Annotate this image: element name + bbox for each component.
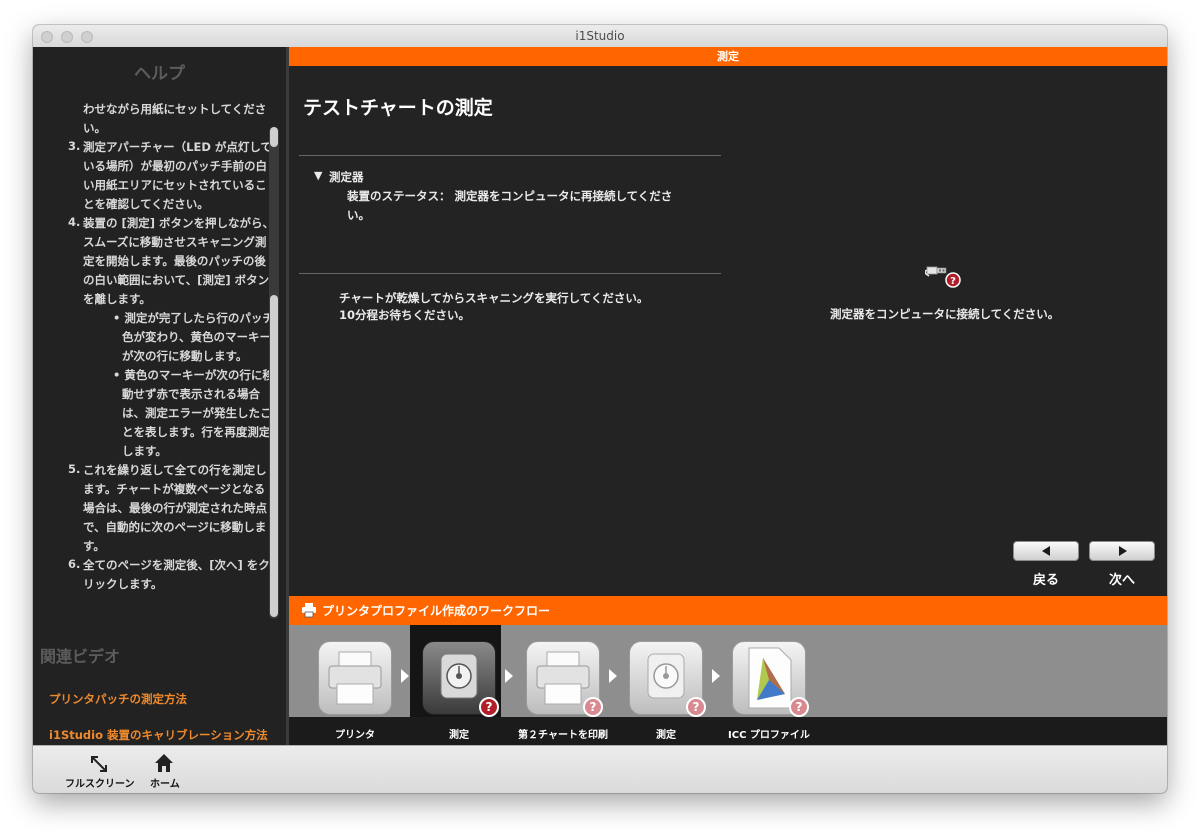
help-line: い。	[83, 121, 106, 135]
help-line: 定を開始します。最後のパッチの後	[83, 254, 266, 268]
help-bullet-line: • 黄色のマーキーが次の行に移	[113, 368, 269, 382]
help-line: を離します。	[83, 292, 151, 306]
step-label: 測定	[656, 730, 676, 741]
fullscreen-button-label[interactable]: フルスクリーン	[65, 775, 135, 790]
help-bullet-line: は、測定エラーが発生したこ	[122, 406, 269, 420]
device-status-line: 装置のステータス： 測定器をコンピュータに再接続してくださ	[347, 189, 673, 203]
bottom-toolbar: フルスクリーン ホーム	[33, 745, 1167, 793]
scroll-thumb[interactable]	[270, 295, 278, 617]
help-line: 場合は、最後の行が測定された時点	[83, 501, 267, 515]
help-bullet-line: が次の行に移動します。	[122, 349, 248, 363]
divider	[299, 273, 721, 274]
help-number: 3.	[68, 139, 81, 153]
app-window: i1Studio ヘルプ わせながら用紙にセットしてくださ い。 3. 測定アパ…	[33, 25, 1167, 793]
help-line: わせながら用紙にセットしてくださ	[83, 102, 267, 116]
help-panel: ヘルプ わせながら用紙にセットしてくださ い。 3. 測定アパーチャー（LED …	[33, 47, 286, 745]
step-label: ICC プロファイル	[728, 730, 810, 741]
help-line: 測定アパーチャー（LED が点灯して	[83, 140, 269, 154]
window-title: i1Studio	[575, 29, 625, 43]
step-label: 測定	[449, 730, 469, 741]
svg-text:?: ?	[950, 276, 956, 287]
help-line: 装置の [測定] ボタンを押しながら、	[83, 216, 269, 230]
page-title: テストチャートの測定	[303, 97, 493, 119]
help-bullet-line: とを表します。行を再度測定	[122, 425, 269, 439]
back-button[interactable]	[1013, 541, 1079, 561]
help-line: 全てのページを測定後、[次へ] をク	[83, 558, 269, 572]
main-panel: テストチャートの測定 ▼ 測定器 装置のステータス： 測定器をコンピュータに再接…	[289, 66, 1167, 596]
instruction-line: チャートが乾燥してからスキャニングを実行してください。	[339, 291, 649, 305]
help-number: 6.	[68, 557, 81, 571]
help-line: スムーズに移動させスキャニング測	[83, 235, 267, 249]
home-button-label[interactable]: ホーム	[150, 775, 180, 790]
step-arrow-icon	[609, 669, 617, 683]
next-button[interactable]	[1089, 541, 1155, 561]
video-link-patch-measure[interactable]: プリンタパッチの測定方法	[49, 691, 187, 707]
help-line: とを確認してください。	[83, 197, 209, 211]
next-label: 次へ	[1108, 573, 1135, 588]
related-videos-title: 関連ビデオ	[40, 647, 121, 666]
workflow-header: プリンタプロファイル作成のワークフロー	[289, 596, 1167, 635]
help-line: い用紙エリアにセットされているこ	[83, 178, 267, 192]
workflow-step-labels: プリンタ 測定 第２チャートを印刷 測定 ICC プロファイル	[289, 717, 1167, 745]
help-number: 5.	[68, 462, 81, 476]
printer-icon	[328, 651, 382, 705]
step-arrow-icon	[712, 669, 720, 683]
section-label[interactable]: 測定器	[329, 169, 364, 185]
workflow-step-printer[interactable]	[318, 641, 392, 715]
pending-badge-icon: ?	[789, 697, 809, 717]
help-scrollbar[interactable]	[269, 127, 279, 619]
help-bullet-line: します。	[122, 444, 167, 458]
title-bar: i1Studio	[33, 25, 1167, 48]
help-line: ます。チャートが複数ページとなる	[83, 482, 266, 496]
step-label: プリンタ	[335, 730, 375, 741]
workflow-title: プリンタプロファイル作成のワークフロー	[322, 604, 551, 618]
disclosure-triangle-icon[interactable]: ▼	[314, 169, 322, 182]
help-line: いる場所）が最初のパッチ手前の白	[83, 159, 267, 173]
step-banner: 測定	[289, 47, 1167, 66]
home-icon[interactable]	[154, 753, 174, 773]
help-line: リックします。	[83, 577, 163, 591]
help-bullet-line: 色が変わり、黄色のマーキー	[122, 330, 269, 344]
pending-badge-icon: ?	[479, 697, 499, 717]
pending-badge-icon: ?	[583, 697, 603, 717]
connect-message: 測定器をコンピュータに接続してください。	[830, 307, 1060, 321]
help-line: これを繰り返して全ての行を測定し	[83, 463, 267, 477]
help-line: す。	[83, 539, 105, 553]
help-bullet-line: • 測定が完了したら行のパッチ	[113, 311, 269, 325]
instruction-line: 10分程お待ちください。	[339, 308, 471, 322]
help-line: の白い範囲において、[測定] ボタン	[83, 273, 269, 287]
divider	[299, 155, 721, 156]
help-line: で、自動的に次のページに移動しま	[83, 520, 267, 534]
workflow-steps: ? ? ? ?	[289, 625, 1167, 717]
fullscreen-icon[interactable]	[89, 754, 109, 774]
help-bullet-line: 動せず赤で表示される場合	[122, 387, 260, 401]
help-number: 4.	[68, 215, 81, 229]
step-label: 第２チャートを印刷	[518, 730, 608, 741]
usb-disconnected-icon: ?	[924, 264, 961, 290]
printer-small-icon	[301, 602, 317, 618]
pending-badge-icon: ?	[686, 697, 706, 717]
video-link-calibration[interactable]: i1Studio 装置のキャリブレーション方法	[49, 727, 268, 743]
device-status-line: い。	[347, 208, 370, 222]
step-arrow-icon	[401, 669, 409, 683]
back-label: 戻る	[1032, 573, 1059, 588]
step-arrow-icon	[505, 669, 513, 683]
scroll-thumb-top[interactable]	[270, 127, 278, 147]
help-title: ヘルプ	[134, 64, 185, 84]
help-content: わせながら用紙にセットしてくださ い。 3. 測定アパーチャー（LED が点灯し…	[33, 99, 269, 599]
